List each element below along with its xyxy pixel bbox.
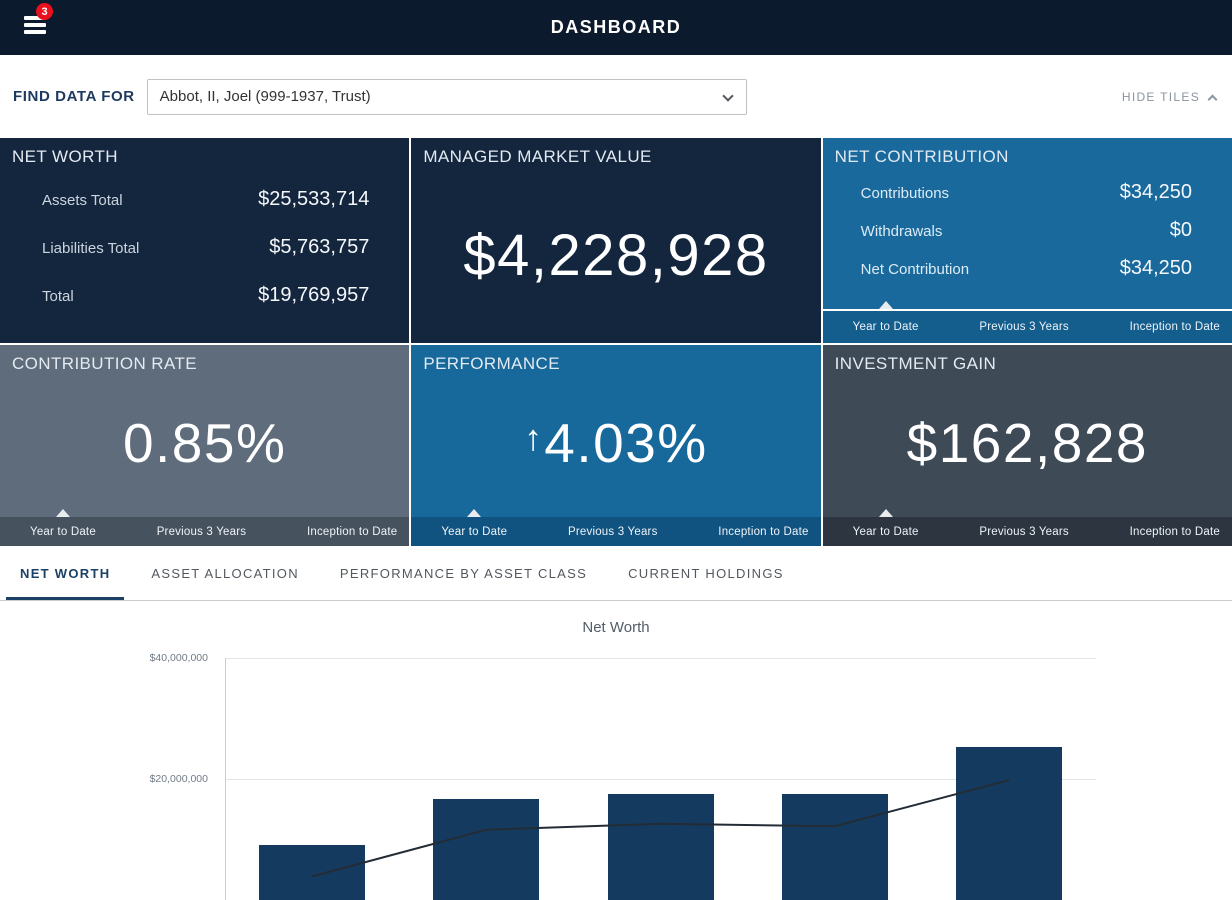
chart-plot-area — [225, 658, 1096, 900]
period-tab-previous-3-years[interactable]: Previous 3 Years — [979, 526, 1069, 538]
period-tab-year-to-date[interactable]: Year to Date — [853, 526, 919, 538]
period-tabs: Year to Date Previous 3 Years Inception … — [823, 517, 1232, 546]
tile-value-wrap: $4,228,928 — [411, 168, 820, 343]
period-tabs: Year to Date Previous 3 Years Inception … — [823, 309, 1232, 343]
period-tab-inception-to-date[interactable]: Inception to Date — [718, 526, 808, 538]
stat-label: Total — [42, 288, 74, 305]
stat-row: Withdrawals $0 — [861, 219, 1192, 242]
stat-label: Contributions — [861, 185, 949, 202]
chevron-up-icon — [1208, 95, 1218, 105]
period-tab-previous-3-years[interactable]: Previous 3 Years — [979, 321, 1069, 333]
tile-net-contribution: NET CONTRIBUTION Contributions $34,250 W… — [823, 138, 1232, 343]
tab-asset-allocation[interactable]: ASSET ALLOCATION — [137, 546, 312, 600]
tile-contribution-rate: CONTRIBUTION RATE 0.85% Year to Date Pre… — [0, 345, 409, 546]
chart-trend-line — [225, 658, 1096, 900]
period-tabs: Year to Date Previous 3 Years Inception … — [411, 517, 820, 546]
tab-performance-by-asset-class[interactable]: PERFORMANCE BY ASSET CLASS — [326, 546, 601, 600]
investment-gain-value: $162,828 — [907, 411, 1148, 475]
selected-period-indicator — [879, 509, 893, 517]
y-tick-label: $20,000,000 — [133, 773, 208, 785]
stat-value: $34,250 — [1120, 257, 1192, 280]
stat-value: $5,763,757 — [269, 236, 369, 259]
find-data-bar: FIND DATA FOR Abbot, II, Joel (999-1937,… — [0, 55, 1232, 138]
period-tab-year-to-date[interactable]: Year to Date — [30, 526, 96, 538]
tile-investment-gain: INVESTMENT GAIN $162,828 Year to Date Pr… — [823, 345, 1232, 546]
tile-value-wrap: ↑ 4.03% — [411, 369, 820, 517]
account-select-value: Abbot, II, Joel (999-1937, Trust) — [160, 88, 371, 105]
period-tab-year-to-date[interactable]: Year to Date — [853, 321, 919, 333]
tile-value-wrap: 0.85% — [0, 369, 409, 517]
stat-label: Net Contribution — [861, 261, 969, 278]
period-tab-previous-3-years[interactable]: Previous 3 Years — [157, 526, 247, 538]
tile-value-wrap: $162,828 — [823, 369, 1232, 517]
tiles-grid: NET WORTH Assets Total $25,533,714 Liabi… — [0, 138, 1232, 546]
selected-period-indicator — [56, 509, 70, 517]
stat-value: $19,769,957 — [258, 284, 369, 307]
selected-period-indicator — [879, 301, 893, 309]
find-data-label: FIND DATA FOR — [13, 88, 135, 105]
managed-market-value: $4,228,928 — [463, 222, 768, 289]
stat-label: Withdrawals — [861, 223, 943, 240]
stat-value: $34,250 — [1120, 181, 1192, 204]
stat-value: $0 — [1170, 219, 1192, 242]
stat-label: Liabilities Total — [42, 240, 139, 257]
net-worth-rows: Assets Total $25,533,714 Liabilities Tot… — [0, 167, 409, 307]
tile-performance: PERFORMANCE ↑ 4.03% Year to Date Previou… — [411, 345, 820, 546]
stat-row: Contributions $34,250 — [861, 181, 1192, 204]
tile-title: MANAGED MARKET VALUE — [411, 138, 820, 167]
selected-period-indicator — [467, 509, 481, 517]
chevron-down-icon — [722, 90, 733, 101]
stat-row: Net Contribution $34,250 — [861, 257, 1192, 280]
tile-title: NET CONTRIBUTION — [823, 138, 1232, 167]
stat-row: Total $19,769,957 — [42, 284, 369, 307]
tab-net-worth[interactable]: NET WORTH — [6, 546, 124, 600]
period-tabs: Year to Date Previous 3 Years Inception … — [0, 517, 409, 546]
stat-value: $25,533,714 — [258, 188, 369, 211]
up-arrow-icon: ↑ — [524, 417, 542, 459]
chart-title: Net Worth — [0, 601, 1232, 636]
tile-net-worth: NET WORTH Assets Total $25,533,714 Liabi… — [0, 138, 409, 343]
period-tab-inception-to-date[interactable]: Inception to Date — [307, 526, 397, 538]
net-contribution-rows: Contributions $34,250 Withdrawals $0 Net… — [823, 167, 1232, 280]
stat-row: Liabilities Total $5,763,757 — [42, 236, 369, 259]
period-tab-inception-to-date[interactable]: Inception to Date — [1130, 321, 1220, 333]
stat-label: Assets Total — [42, 192, 123, 209]
tab-current-holdings[interactable]: CURRENT HOLDINGS — [614, 546, 798, 600]
hide-tiles-button[interactable]: HIDE TILES — [1122, 90, 1216, 104]
period-tab-previous-3-years[interactable]: Previous 3 Years — [568, 526, 658, 538]
contribution-rate-value: 0.85% — [123, 411, 286, 475]
y-tick-label: $40,000,000 — [133, 652, 208, 664]
net-worth-chart-section: Net Worth $40,000,000 $20,000,000 — [0, 601, 1232, 900]
section-tabs: NET WORTH ASSET ALLOCATION PERFORMANCE B… — [0, 546, 1232, 601]
hide-tiles-label: HIDE TILES — [1122, 90, 1200, 104]
stat-row: Assets Total $25,533,714 — [42, 188, 369, 211]
tile-title: NET WORTH — [0, 138, 409, 167]
performance-value: 4.03% — [544, 411, 707, 475]
top-app-bar: 3 DASHBOARD — [0, 0, 1232, 55]
period-tab-inception-to-date[interactable]: Inception to Date — [1130, 526, 1220, 538]
account-select[interactable]: Abbot, II, Joel (999-1937, Trust) — [147, 79, 747, 115]
tile-managed-market-value: MANAGED MARKET VALUE $4,228,928 — [411, 138, 820, 343]
page-title: DASHBOARD — [0, 0, 1232, 55]
period-tab-year-to-date[interactable]: Year to Date — [441, 526, 507, 538]
